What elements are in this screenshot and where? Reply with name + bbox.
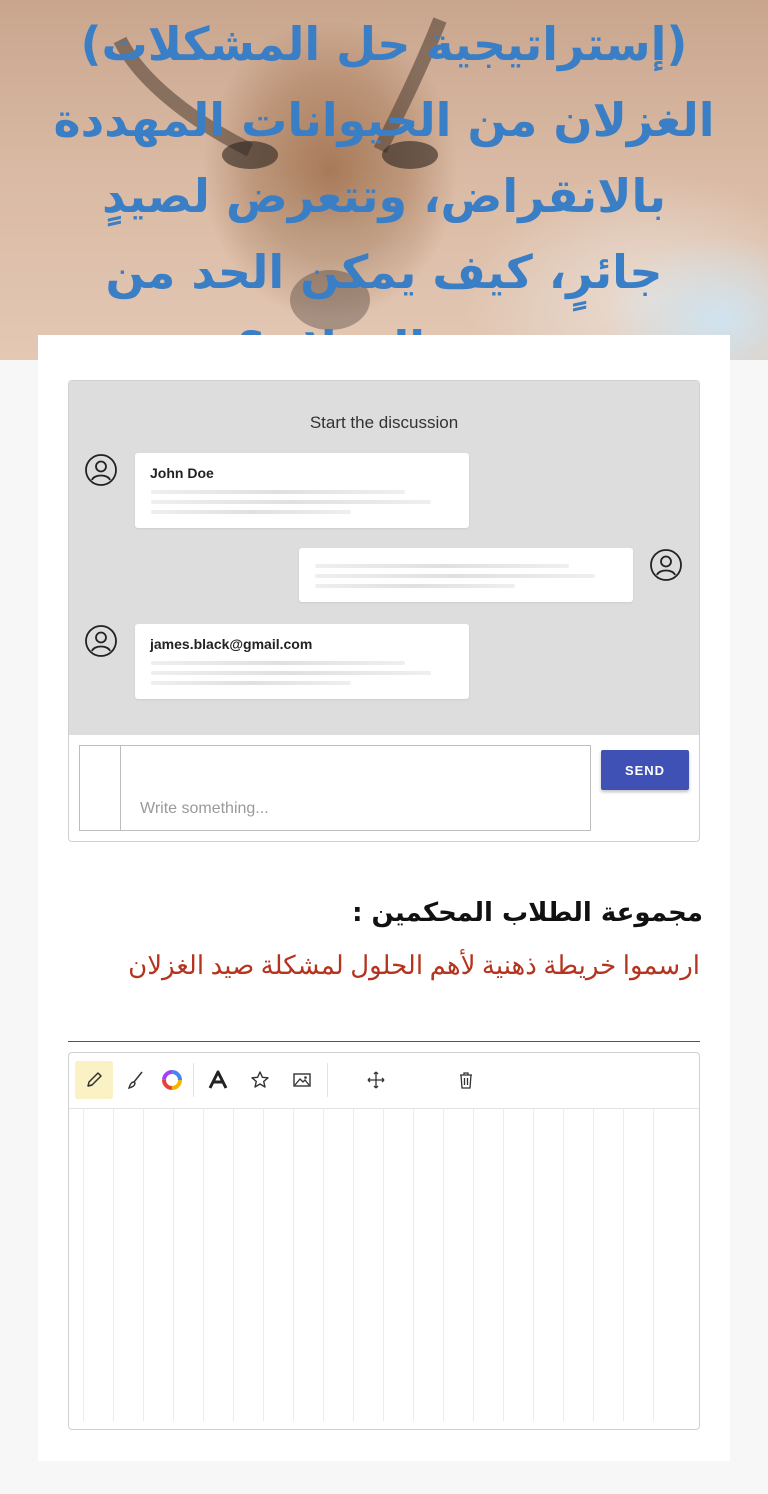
message-bubble: John Doe (135, 453, 469, 528)
pencil-tool[interactable] (75, 1061, 113, 1099)
input-placeholder: Write something... (140, 800, 269, 817)
message-text-placeholder (151, 681, 351, 685)
hero-title-line: (إستراتيجية حل المشكلات) (80, 17, 688, 71)
message-text-placeholder (315, 564, 569, 568)
message-bubble (299, 548, 633, 602)
message-author: james.black@gmail.com (150, 636, 313, 652)
trash-icon (460, 1072, 472, 1089)
toolbar-separator (327, 1063, 328, 1097)
pencil-icon (87, 1072, 102, 1087)
message-text-placeholder (151, 671, 431, 675)
divider (68, 1041, 700, 1042)
discussion-thread: Start the discussion John Doe james.blac… (69, 381, 699, 735)
text-icon (208, 1070, 228, 1089)
drawing-canvas[interactable] (83, 1109, 683, 1421)
message-text-placeholder (151, 661, 405, 665)
user-avatar-icon (85, 454, 117, 486)
whiteboard-toolbar (69, 1053, 699, 1109)
delete-tool[interactable] (447, 1061, 485, 1099)
brush-tool[interactable] (117, 1061, 155, 1099)
move-icon (367, 1071, 385, 1089)
message-text-placeholder (151, 510, 351, 514)
discussion-title: Start the discussion (309, 413, 459, 432)
shape-tool[interactable] (241, 1061, 279, 1099)
discussion-widget: Start the discussion John Doe james.blac… (68, 380, 700, 842)
text-tool[interactable] (199, 1061, 237, 1099)
hero-banner: (إستراتيجية حل المشكلات) الغزلان من الحي… (0, 0, 768, 360)
message-text-placeholder (151, 490, 405, 494)
hero-title-line: الغزلان من الحيوانات المهددة (53, 93, 715, 147)
brush-icon (127, 1071, 143, 1090)
color-tool[interactable] (153, 1061, 191, 1099)
message-text-placeholder (151, 500, 431, 504)
message-text-placeholder (315, 584, 515, 588)
message-bubble: james.black@gmail.com (135, 624, 469, 699)
group-heading: مجموعة الطلاب المحكمين : (352, 898, 703, 928)
hero-title-line: بالانقراض، وتتعرض لصيدٍ (102, 169, 666, 223)
send-button[interactable]: SEND (601, 750, 689, 790)
message-author: John Doe (150, 465, 214, 481)
message-input[interactable]: Write something... (79, 745, 591, 831)
task-instruction: ارسموا خريطة ذهنية لأهم الحلول لمشكلة صي… (128, 951, 700, 980)
move-tool[interactable] (357, 1061, 395, 1099)
color-wheel-icon (162, 1070, 182, 1090)
whiteboard (68, 1052, 700, 1430)
message-text-placeholder (315, 574, 595, 578)
hero-title: (إستراتيجية حل المشكلات) الغزلان من الحي… (40, 6, 728, 360)
content-card: Start the discussion John Doe james.blac… (38, 335, 730, 1461)
hero-title-line: جائرٍ، كيف يمكن الحد من (105, 245, 663, 299)
image-tool[interactable] (283, 1061, 321, 1099)
toolbar-separator (193, 1063, 194, 1097)
user-avatar-icon (650, 549, 682, 581)
user-avatar-icon (85, 625, 117, 657)
image-icon (293, 1073, 311, 1087)
star-icon (251, 1071, 269, 1088)
input-gutter (80, 746, 121, 830)
